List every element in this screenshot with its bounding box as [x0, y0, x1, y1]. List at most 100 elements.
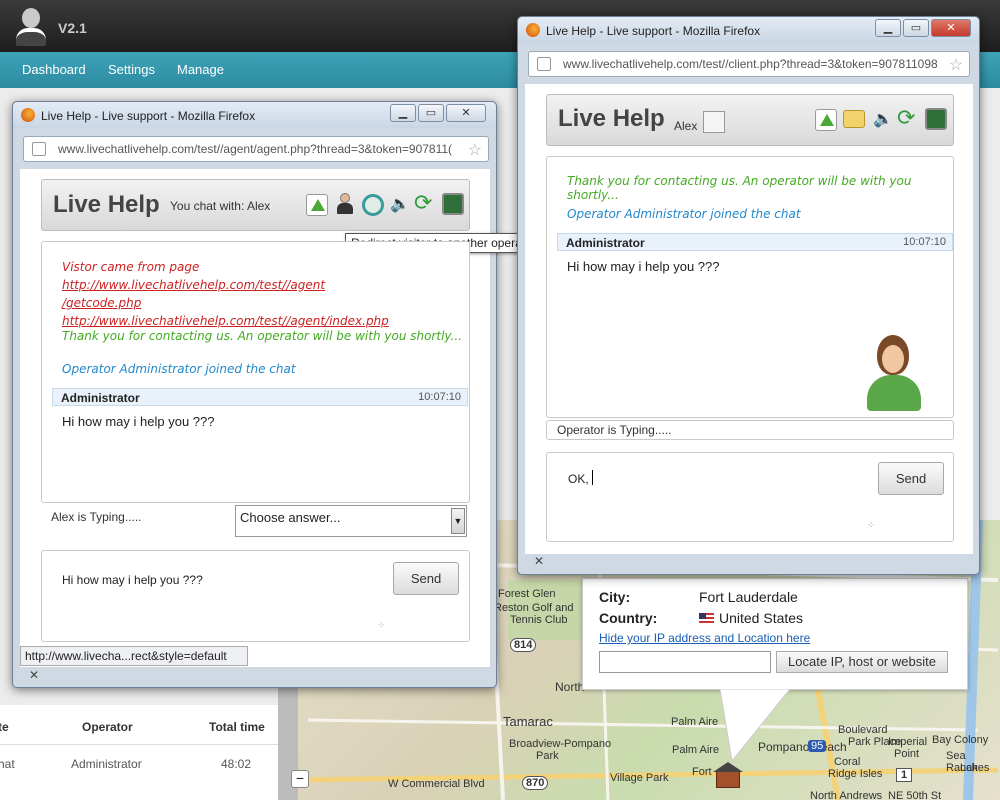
refresh-icon[interactable]: ⟳	[897, 107, 919, 129]
client-heading: Live Help	[558, 105, 665, 132]
refresh-icon[interactable]: ⟳	[414, 192, 436, 214]
page-icon	[537, 57, 551, 71]
city-label: City:	[599, 589, 631, 605]
map-label: Village Park	[610, 772, 669, 784]
upload-icon[interactable]	[815, 109, 837, 131]
visitor-typing-status: Alex is Typing.....	[51, 510, 142, 524]
chat-message: Hi how may i help you ???	[62, 414, 215, 429]
agent-url-text: www.livechatlivehelp.com/test//agent/age…	[58, 142, 453, 156]
visitor-from-link[interactable]: http://www.livechatlivehelp.com/test//ag…	[62, 278, 325, 292]
text-cursor	[592, 470, 593, 485]
client-addon-bar-close-icon[interactable]: ✕	[534, 554, 544, 568]
contact-card-icon	[703, 111, 725, 133]
client-header: Live Help Alex 🔈 ⟳	[546, 94, 954, 146]
operator-bar: Administrator 10:07:10	[557, 233, 953, 251]
resize-grip-icon[interactable]: ⁘	[867, 520, 875, 531]
ip-input[interactable]	[599, 651, 771, 673]
col-header-total-time: Total time	[209, 720, 265, 734]
map-label: Fort	[692, 766, 712, 778]
client-window-title: Live Help - Live support - Mozilla Firef…	[546, 24, 761, 38]
location-popup: City: Fort Lauderdale Country: United St…	[582, 578, 968, 690]
nav-manage[interactable]: Manage	[177, 62, 224, 77]
close-button[interactable]: ✕	[446, 104, 486, 122]
close-button[interactable]: ✕	[931, 19, 971, 37]
map-label: Boulevard	[838, 724, 888, 736]
choose-answer-select[interactable]: Choose answer... ▼	[235, 505, 467, 537]
map-label: North	[555, 680, 585, 694]
bookmark-star-icon[interactable]: ☆	[467, 140, 482, 160]
visitor-from-text: Vistor came from page http://www.livecha…	[62, 260, 389, 328]
agent-send-button[interactable]: Send	[393, 562, 459, 595]
exit-icon[interactable]	[442, 193, 464, 215]
client-user-name: Alex	[674, 119, 698, 133]
client-send-button[interactable]: Send	[878, 462, 944, 495]
sound-icon[interactable]: 🔈	[873, 109, 895, 131]
thanks-message: Thank you for contacting us. An operator…	[62, 329, 463, 343]
client-window-titlebar[interactable]: Live Help - Live support - Mozilla Firef…	[518, 17, 979, 43]
sound-icon[interactable]: 🔈	[390, 194, 412, 216]
map-label: Palm Aire	[671, 716, 719, 728]
chat-message: Hi how may i help you ???	[567, 259, 720, 274]
choose-answer-value: Choose answer...	[240, 510, 341, 525]
app-version: V2.1	[58, 20, 87, 36]
message-time: 10:07:10	[903, 236, 946, 248]
agent-heading: Live Help	[53, 191, 160, 218]
map-label: Imperial	[888, 736, 928, 748]
locate-ip-button[interactable]: Locate IP, host or website	[776, 651, 948, 673]
joined-message: Operator Administrator joined the chat	[62, 362, 296, 376]
thanks-message: Thank you for contacting us. An operator…	[567, 174, 912, 202]
client-input-text: OK,	[568, 472, 589, 486]
upload-icon[interactable]	[306, 194, 328, 216]
agent-message-input[interactable]: Hi how may i help you ??? Send ⁘	[41, 550, 470, 642]
operator-typing-status: Operator is Typing.....	[557, 423, 672, 437]
operator-name: Administrator	[566, 236, 645, 250]
visitor-index-link[interactable]: http://www.livechatlivehelp.com/test//ag…	[62, 314, 389, 328]
map-label: NE 50th St	[888, 790, 942, 800]
sessions-table: te Operator Total time hat Administrator…	[0, 705, 278, 800]
agent-url-bar[interactable]: www.livechatlivehelp.com/test//agent/age…	[23, 136, 489, 162]
agent-window-titlebar[interactable]: Live Help - Live support - Mozilla Firef…	[13, 102, 496, 128]
zoom-out-button[interactable]: −	[291, 770, 309, 788]
maximize-button[interactable]: ▭	[418, 104, 444, 122]
client-typing-bar: Operator is Typing.....	[546, 420, 954, 440]
map-label: Reston Golf and	[494, 602, 574, 614]
client-message-input[interactable]: OK, Send ⁘	[546, 452, 954, 542]
nav-settings[interactable]: Settings	[108, 62, 155, 77]
cell-total-time: 48:02	[221, 757, 252, 771]
user-redirect-icon[interactable]	[334, 192, 356, 214]
firefox-logo-icon	[21, 108, 35, 122]
history-icon[interactable]	[362, 194, 384, 216]
map-label: Palm Aire	[672, 744, 720, 756]
map-label: Tamarac	[503, 714, 553, 729]
operator-avatar-icon	[865, 333, 923, 411]
client-url-text: www.livechatlivehelp.com/test//client.ph…	[563, 57, 938, 71]
agent-browser-window: Live Help - Live support - Mozilla Firef…	[12, 101, 542, 688]
minimize-button[interactable]: ▁	[390, 104, 416, 122]
minimize-button[interactable]: ▁	[875, 19, 901, 37]
joined-message: Operator Administrator joined the chat	[567, 207, 801, 221]
client-url-bar[interactable]: www.livechatlivehelp.com/test//client.ph…	[528, 51, 970, 77]
agent-page: Live Help You chat with: Alex 🔈 ⟳ Redire…	[20, 169, 542, 667]
chat-with-label: You chat with: Alex	[170, 199, 271, 213]
nav-dashboard[interactable]: Dashboard	[22, 62, 86, 77]
map-label: Point	[894, 748, 920, 760]
agent-addon-bar-close-icon[interactable]: ✕	[29, 668, 39, 682]
mail-icon[interactable]	[843, 110, 865, 128]
visitor-from-link-cont[interactable]: /getcode.php	[62, 296, 141, 310]
agent-header: Live Help You chat with: Alex 🔈 ⟳	[41, 179, 470, 231]
hide-location-link[interactable]: Hide your IP address and Location here	[599, 631, 810, 645]
cell-partial: hat	[0, 757, 15, 771]
chevron-down-icon[interactable]: ▼	[451, 508, 465, 534]
bookmark-star-icon[interactable]: ☆	[948, 55, 963, 75]
country-value: United States	[719, 610, 804, 626]
resize-grip-icon[interactable]: ⁘	[377, 620, 385, 631]
agent-input-text: Hi how may i help you ???	[62, 573, 203, 587]
map-label: Broadview-Pompano	[509, 738, 612, 750]
maximize-button[interactable]: ▭	[903, 19, 929, 37]
exit-icon[interactable]	[925, 108, 947, 130]
client-chat-log: Thank you for contacting us. An operator…	[546, 156, 954, 418]
message-time: 10:07:10	[418, 391, 461, 403]
agent-chat-log: Vistor came from page http://www.livecha…	[41, 241, 470, 503]
location-marker-icon	[713, 760, 743, 790]
map-shield-870: 870	[522, 776, 549, 790]
